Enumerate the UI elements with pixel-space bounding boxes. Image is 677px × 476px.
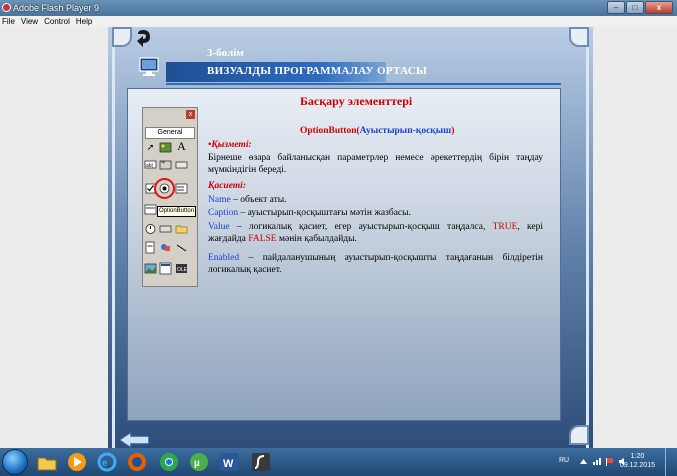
property-keyword: Value bbox=[208, 222, 230, 232]
close-button[interactable]: x bbox=[645, 1, 673, 14]
drivelistbox-tool-icon[interactable] bbox=[159, 222, 172, 235]
back-arrow-icon[interactable] bbox=[132, 28, 154, 52]
maximize-button[interactable]: □ bbox=[626, 1, 644, 14]
frame-tool-icon[interactable]: xy bbox=[159, 158, 172, 171]
data-tool-icon[interactable] bbox=[159, 262, 172, 275]
svg-text:xy: xy bbox=[161, 159, 165, 164]
commandbutton-tool-icon[interactable] bbox=[175, 158, 188, 171]
svg-text:ab|: ab| bbox=[146, 163, 153, 169]
frame-corner-decoration bbox=[569, 425, 589, 445]
firefox-taskbar-icon[interactable] bbox=[126, 451, 148, 473]
window-controls: – □ x bbox=[606, 1, 673, 14]
clock[interactable]: 1:20 09.12.2015 bbox=[620, 452, 655, 470]
properties-heading: Қасиеті: bbox=[208, 180, 543, 192]
media-player-taskbar-icon[interactable] bbox=[66, 451, 88, 473]
menu-file[interactable]: File bbox=[2, 16, 15, 27]
system-tray: RU 1:20 09.12.2015 bbox=[557, 448, 677, 476]
flash-player-icon bbox=[2, 3, 11, 12]
subtitle-control-name: OptionButton( bbox=[300, 126, 360, 136]
shape-tool-icon[interactable] bbox=[159, 241, 172, 254]
false-keyword: FALSE bbox=[248, 234, 277, 244]
true-keyword: TRUE bbox=[492, 222, 518, 232]
optionbutton-highlight-circle bbox=[154, 178, 175, 199]
flag-icon[interactable] bbox=[605, 457, 614, 466]
tray-expand-icon[interactable] bbox=[579, 457, 588, 466]
pointer-tool-icon[interactable]: ➚ bbox=[144, 141, 157, 154]
function-text: Бірнеше өзара байланысқан параметрлер не… bbox=[208, 153, 543, 175]
menu-bar: File View Control Help bbox=[0, 16, 677, 27]
property-keyword: Caption bbox=[208, 208, 239, 218]
window-titlebar: Adobe Flash Player 9 – □ x bbox=[0, 0, 677, 16]
properties-label: Қасиеті: bbox=[208, 181, 246, 191]
chapter-label: 3-бөлім bbox=[207, 47, 244, 59]
explorer-taskbar-icon[interactable] bbox=[36, 451, 58, 473]
header-rule bbox=[166, 83, 561, 85]
combobox-tool-icon[interactable] bbox=[175, 182, 188, 195]
menu-control[interactable]: Control bbox=[44, 16, 70, 27]
windows-taskbar: e µ W RU 1:20 09.12.2015 bbox=[0, 448, 677, 476]
frame-corner-decoration bbox=[112, 27, 132, 47]
textbox-tool-icon[interactable]: ab| bbox=[144, 158, 157, 171]
image-tool-icon[interactable] bbox=[144, 262, 157, 275]
word-taskbar-icon[interactable]: W bbox=[218, 451, 240, 473]
utorrent-taskbar-icon[interactable]: µ bbox=[188, 451, 210, 473]
internet-explorer-taskbar-icon[interactable]: e bbox=[96, 451, 118, 473]
property-description: – объект аты. bbox=[230, 195, 287, 205]
subtitle-close: ) bbox=[451, 126, 455, 136]
filelistbox-tool-icon[interactable] bbox=[144, 241, 157, 254]
monitor-icon bbox=[139, 57, 159, 76]
property-description: мәнін қабылдайды. bbox=[276, 234, 357, 244]
band-title: ВИЗУАЛДЫ ПРОГРАММАЛАУ ОРТАСЫ bbox=[207, 65, 428, 77]
property-keyword: Enabled bbox=[208, 253, 240, 263]
frame-corner-decoration bbox=[569, 27, 589, 47]
property-value: Value – логикалық қасиет, егер ауыстырып… bbox=[208, 221, 543, 245]
property-name: Name – объект аты. bbox=[208, 194, 543, 206]
ole-tool-icon[interactable]: OLE bbox=[175, 262, 188, 275]
property-enabled: Enabled – пайдаланушының ауыстырып-қосқы… bbox=[208, 252, 543, 276]
chrome-taskbar-icon[interactable] bbox=[158, 451, 180, 473]
toolbox-close-button[interactable]: x bbox=[186, 110, 195, 119]
picturebox-tool-icon[interactable] bbox=[159, 141, 172, 154]
clock-time: 1:20 bbox=[630, 453, 645, 460]
previous-slide-arrow-icon[interactable] bbox=[117, 430, 151, 450]
language-indicator[interactable]: RU bbox=[559, 457, 569, 464]
svg-text:e: e bbox=[102, 458, 108, 469]
menu-help[interactable]: Help bbox=[76, 16, 92, 27]
function-label: •Қызметі: bbox=[208, 140, 252, 150]
dirlistbox-tool-icon[interactable] bbox=[175, 222, 188, 235]
slide-header: 3-бөлім ВИЗУАЛДЫ ПРОГРАММАЛАУ ОРТАСЫ bbox=[152, 46, 561, 85]
subtitle-translation: Ауыстырып-қосқыш bbox=[359, 126, 452, 136]
property-description: – логикалық қасиет, егер ауыстырып-қосқы… bbox=[229, 222, 493, 232]
flash-player-taskbar-icon[interactable] bbox=[250, 451, 272, 473]
timer-tool-icon[interactable] bbox=[144, 222, 157, 235]
svg-text:µ: µ bbox=[194, 458, 200, 469]
optionbutton-tooltip: OptionButton bbox=[157, 206, 197, 217]
minimize-button[interactable]: – bbox=[607, 1, 625, 14]
label-tool-icon[interactable]: A bbox=[175, 140, 188, 153]
listbox-tool-icon[interactable] bbox=[144, 203, 157, 216]
show-desktop-button[interactable] bbox=[665, 448, 677, 476]
start-button[interactable] bbox=[2, 449, 28, 475]
slide-title: Басқару элементтері bbox=[300, 94, 413, 108]
svg-text:W: W bbox=[223, 458, 234, 470]
property-description: – ауыстырып-қосқыштағы мәтін жазбасы. bbox=[238, 208, 411, 218]
property-keyword: Name bbox=[208, 195, 231, 205]
toolbox-general-tab[interactable]: General bbox=[145, 127, 195, 139]
clock-date: 09.12.2015 bbox=[619, 462, 655, 469]
property-description: – пайдаланушының ауыстырып-қосқышты таңд… bbox=[208, 253, 543, 275]
window-title: Adobe Flash Player 9 bbox=[13, 3, 100, 13]
svg-text:OLE: OLE bbox=[177, 267, 188, 273]
line-tool-icon[interactable] bbox=[175, 241, 188, 254]
function-heading: •Қызметі: bbox=[208, 139, 543, 151]
network-icon[interactable] bbox=[592, 457, 601, 466]
menu-view[interactable]: View bbox=[21, 16, 38, 27]
control-subtitle: OptionButton(Ауыстырып-қосқыш) bbox=[300, 126, 454, 136]
property-caption: Caption – ауыстырып-қосқыштағы мәтін жаз… bbox=[208, 207, 543, 219]
